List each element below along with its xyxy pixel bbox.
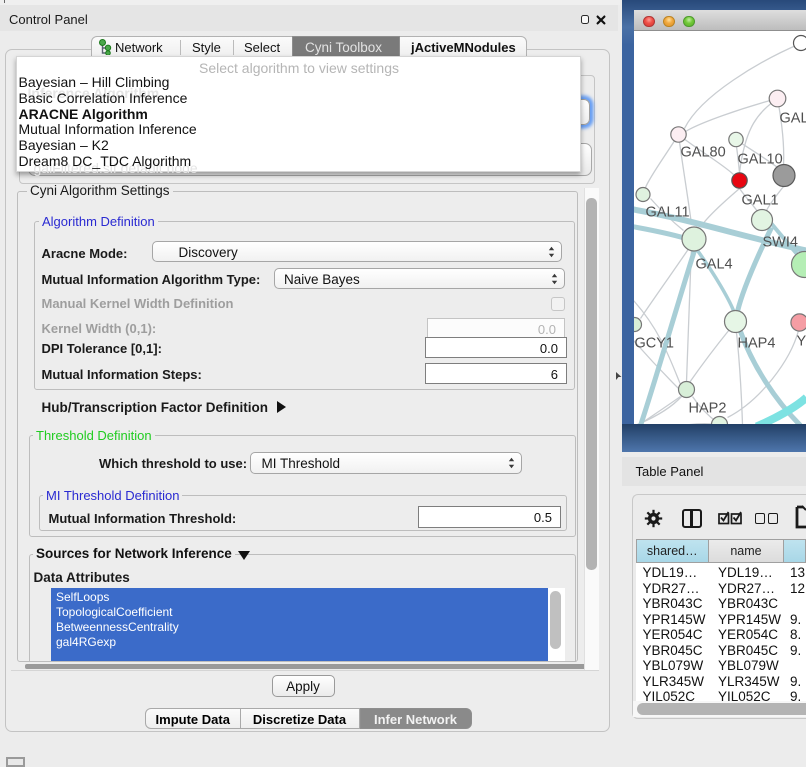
svg-text:GAL1: GAL1 [741, 192, 778, 208]
svg-text:HAP4: HAP4 [737, 335, 775, 351]
svg-text:GAL80: GAL80 [680, 144, 725, 160]
svg-text:Y: Y [796, 333, 806, 349]
svg-text:HAP2: HAP2 [688, 400, 726, 416]
svg-text:GAL7: GAL7 [779, 110, 806, 126]
svg-text:GAL10: GAL10 [737, 151, 782, 167]
svg-text:GAL4: GAL4 [695, 256, 732, 272]
svg-text:GCY1: GCY1 [634, 335, 674, 351]
svg-text:SWI4: SWI4 [762, 234, 797, 250]
svg-text:GAL11: GAL11 [645, 204, 689, 220]
